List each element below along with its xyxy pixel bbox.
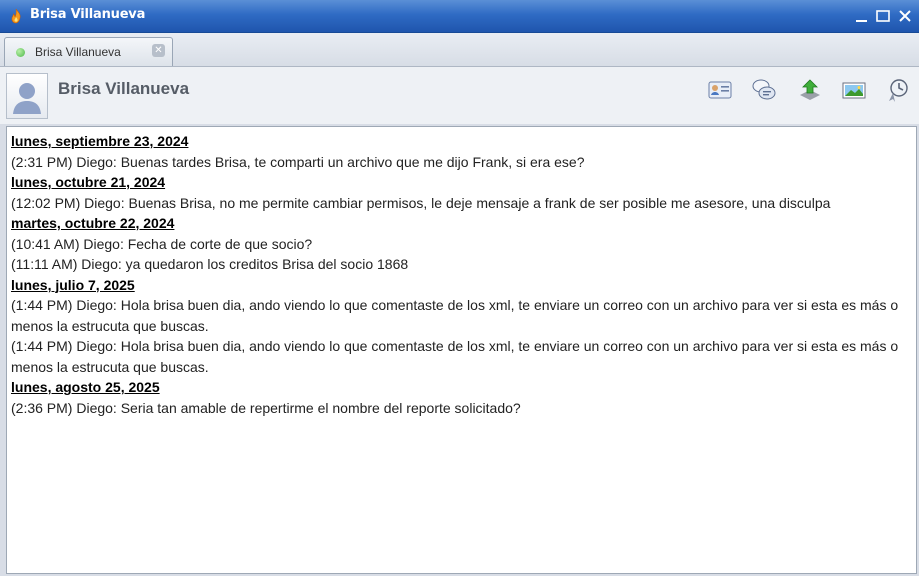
minimize-icon (856, 20, 867, 22)
contact-card-icon (708, 81, 732, 99)
chat-message: (11:11 AM) Diego: ya quedaron los credit… (11, 256, 409, 272)
tab-brisa-villanueva[interactable]: Brisa Villanueva ✕ (4, 37, 173, 66)
date-header: martes, octubre 22, 2024 (11, 215, 175, 231)
date-header: lunes, octubre 21, 2024 (11, 174, 166, 190)
invite-chat-button[interactable] (750, 76, 778, 104)
date-header: lunes, septiembre 23, 2024 (11, 133, 189, 149)
history-clock-icon (889, 79, 908, 102)
online-status-icon (16, 48, 25, 57)
chat-history-button[interactable] (884, 76, 912, 104)
maximize-button[interactable] (873, 6, 893, 26)
chat-bubbles-icon (752, 79, 776, 100)
contact-header: Brisa Villanueva (0, 67, 919, 124)
message-list: lunes, septiembre 23, 2024 (2:31 PM) Die… (11, 131, 910, 418)
screenshot-icon (842, 82, 866, 99)
date-header: lunes, agosto 25, 2025 (11, 379, 160, 395)
window-titlebar[interactable]: Brisa Villanueva (0, 0, 919, 33)
tab-strip: Brisa Villanueva ✕ (0, 33, 919, 67)
date-group: lunes, octubre 21, 2024 (12:02 PM) Diego… (11, 172, 910, 213)
date-group: lunes, julio 7, 2025 (1:44 PM) Diego: Ho… (11, 275, 910, 378)
window-title: Brisa Villanueva (30, 7, 146, 22)
minimize-button[interactable] (852, 6, 872, 26)
chat-transcript[interactable]: lunes, septiembre 23, 2024 (2:31 PM) Die… (6, 126, 917, 574)
date-group: lunes, agosto 25, 2025 (2:36 PM) Diego: … (11, 377, 910, 418)
user-silhouette-icon (13, 83, 41, 114)
chat-message: (1:44 PM) Diego: Hola brisa buen dia, an… (11, 338, 899, 375)
send-screenshot-button[interactable] (840, 76, 868, 104)
send-file-button[interactable] (796, 76, 824, 104)
chat-message: (2:36 PM) Diego: Seria tan amable de rep… (11, 399, 521, 416)
send-file-icon (800, 79, 820, 100)
chat-message: (12:02 PM) Diego: Buenas Brisa, no me pe… (11, 194, 831, 211)
tab-label: Brisa Villanueva (35, 45, 121, 59)
date-group: lunes, septiembre 23, 2024 (2:31 PM) Die… (11, 131, 910, 172)
chat-message: (10:41 AM) Diego: Fecha de corte de que … (11, 235, 313, 252)
close-window-button[interactable] (895, 6, 915, 26)
maximize-icon (876, 10, 890, 22)
tab-close-icon[interactable]: ✕ (152, 44, 165, 57)
chat-message: (2:31 PM) Diego: Buenas tardes Brisa, te… (11, 153, 585, 170)
date-header: lunes, julio 7, 2025 (11, 276, 135, 293)
avatar (6, 73, 48, 119)
close-icon (899, 10, 911, 22)
date-group: martes, octubre 22, 2024 (10:41 AM) Dieg… (11, 213, 910, 275)
chat-message: (1:44 PM) Diego: Hola brisa buen dia, an… (11, 297, 899, 334)
contact-info-button[interactable] (706, 76, 734, 104)
contact-name: Brisa Villanueva (58, 79, 190, 98)
flame-app-icon (11, 8, 21, 24)
